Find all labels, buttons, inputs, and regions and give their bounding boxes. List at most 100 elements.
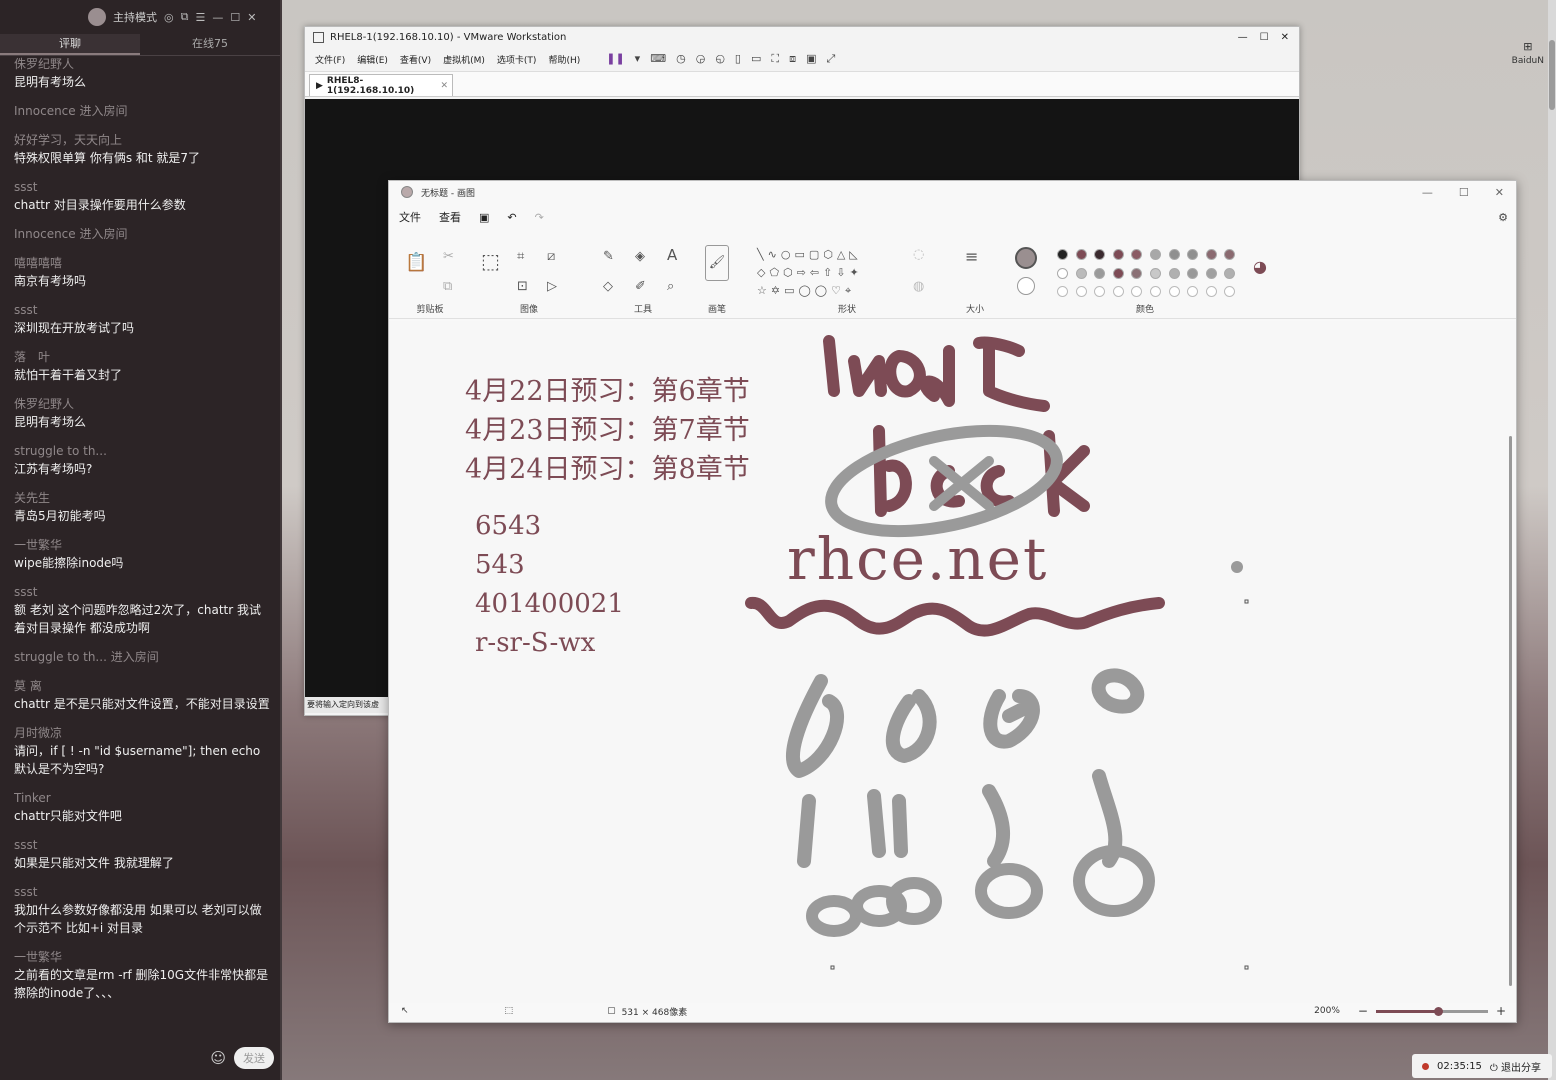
settings-icon[interactable]: ◎ [164,11,174,24]
color-swatch[interactable] [1224,286,1236,297]
shapes-row-2[interactable]: ◇⬠⬡⇨⇦⇧⇩✦ [757,265,863,281]
menu-vm[interactable]: 虚拟机(M) [443,53,485,66]
resize-handle[interactable] [1244,599,1249,604]
message-user[interactable]: 莫 离 [14,678,270,695]
message-user[interactable]: 侏罗纪野人 [14,56,270,73]
message-user[interactable]: 一世繁华 [14,537,270,554]
fill-icon[interactable]: ◈ [635,249,645,265]
scroll-thumb[interactable] [1549,40,1555,110]
color-swatch[interactable] [1205,249,1217,260]
console-icon[interactable]: ▣ [806,52,816,66]
revert-snapshot-icon[interactable]: ◶ [696,52,706,66]
zoom-slider-thumb[interactable] [1433,1006,1443,1016]
select-icon[interactable]: ⬚ [481,251,500,271]
message-list[interactable]: 侏罗纪野人 昆明有考场么 Innocence 进入房间 好好学习，天天向上 特殊权限单算… [14,56,270,1036]
menu-icon[interactable]: ☰ [195,11,205,24]
zoom-slider[interactable] [1375,1006,1488,1016]
secondary-color[interactable] [1017,277,1035,295]
color-swatch[interactable] [1131,249,1143,260]
vm-tab[interactable]: ▶ RHEL8-1(192.168.10.10) ✕ [309,74,453,96]
message-user[interactable]: ssst [14,302,270,319]
resize-handle[interactable] [830,965,835,970]
color-swatch[interactable] [1112,286,1124,297]
message-user[interactable]: ssst [14,584,270,601]
tab-online[interactable]: 在线75 [140,34,280,55]
zoom-out-icon[interactable]: − [1358,1004,1368,1018]
message-user[interactable]: 好好学习，天天向上 [14,132,270,149]
undo-icon[interactable]: ↶ [507,211,516,224]
send-keys-icon[interactable]: ⌨ [650,52,666,66]
cut-icon[interactable]: ✂ [443,249,454,265]
color-swatch[interactable] [1224,249,1236,260]
primary-color[interactable] [1015,247,1037,269]
line-size-icon[interactable]: ≡ [965,249,978,265]
shapes-row-1[interactable]: ╲∿○▭▢⬡△◺ [757,247,862,263]
snapshot-manager-icon[interactable]: ◵ [715,52,725,66]
color-swatch[interactable] [1057,286,1068,297]
menu-help[interactable]: 帮助(H) [548,53,580,66]
color-swatch[interactable] [1094,268,1106,279]
brush-icon[interactable]: 🖌 [705,245,729,281]
message-user[interactable]: 月时微凉 [14,725,270,742]
menu-view[interactable]: 查看(V) [400,53,431,66]
message-user[interactable]: ssst [14,179,270,196]
color-swatch[interactable] [1112,249,1124,260]
close-tab-icon[interactable]: ✕ [440,81,448,91]
exit-share-button[interactable]: ⏻ 退出分享 [1490,1059,1541,1074]
color-swatch[interactable] [1205,286,1217,297]
menu-view[interactable]: 查看 [439,209,461,225]
menu-file[interactable]: 文件(F) [315,53,345,66]
popout-icon[interactable]: ⧉ [181,10,189,24]
color-swatch[interactable] [1057,268,1068,279]
message-user[interactable]: 落 叶 [14,349,270,366]
canvas-scrollbar[interactable] [1509,436,1512,986]
color-swatch[interactable] [1150,268,1161,279]
close-icon[interactable]: ✕ [1281,32,1289,43]
color-swatch[interactable] [1075,268,1087,279]
paint-canvas[interactable]: 4月22日预习：第6章节 4月23日预习：第7章节 4月24日预习：第8章节 6… [389,321,1516,1003]
message-user[interactable]: struggle to th... [14,443,270,460]
close-icon[interactable]: ✕ [1495,186,1504,199]
outline-icon[interactable]: ◌ [913,247,924,263]
pencil-icon[interactable]: ✎ [603,249,614,265]
menu-edit[interactable]: 编辑(E) [357,53,388,66]
minimize-icon[interactable]: — [1238,32,1248,43]
image-search-icon[interactable]: ⊡ [517,279,528,295]
message-user[interactable]: ssst [14,837,270,854]
message-user[interactable]: ssst [14,884,270,901]
emoji-icon[interactable]: ☺ [210,1049,226,1067]
save-icon[interactable]: ▣ [479,211,489,224]
color-swatch[interactable] [1094,249,1106,260]
color-swatch[interactable] [1168,286,1180,297]
zoom-in-icon[interactable]: + [1496,1004,1506,1018]
color-swatch[interactable] [1075,286,1087,297]
color-swatch[interactable] [1150,286,1161,297]
menu-tabs[interactable]: 选项卡(T) [497,53,537,66]
color-swatch[interactable] [1168,249,1180,260]
settings-icon[interactable]: ⚙ [1498,211,1508,224]
color-swatch[interactable] [1057,249,1068,260]
resize-handle[interactable] [1244,965,1249,970]
maximize-icon[interactable]: ☐ [230,11,240,24]
text-icon[interactable]: A [667,247,677,263]
color-swatch[interactable] [1094,286,1106,297]
paste-icon[interactable]: 📋 [405,254,427,272]
eraser-icon[interactable]: ◇ [603,279,613,295]
color-swatch[interactable] [1187,286,1199,297]
color-picker-icon[interactable]: ✐ [635,279,646,295]
message-user[interactable]: 侏罗纪野人 [14,396,270,413]
shapes-row-3[interactable]: ☆✡▭◯◯♡⌖ [757,283,855,299]
desktop-scrollbar[interactable] [1548,0,1556,1080]
color-swatch[interactable] [1187,268,1199,279]
magnifier-icon[interactable]: ⌕ [667,279,674,295]
color-swatch[interactable] [1205,268,1217,279]
message-user[interactable]: Tinker [14,790,270,807]
message-user[interactable]: 关先生 [14,490,270,507]
unity-icon[interactable]: ⧈ [789,52,796,66]
maximize-icon[interactable]: ☐ [1260,32,1269,43]
rotate-icon[interactable]: ▷ [547,279,557,295]
color-swatch[interactable] [1075,249,1087,260]
crop-icon[interactable]: ⌗ [517,249,524,265]
minimize-icon[interactable]: — [212,11,223,24]
fill-shape-icon[interactable]: ◍ [913,279,924,295]
